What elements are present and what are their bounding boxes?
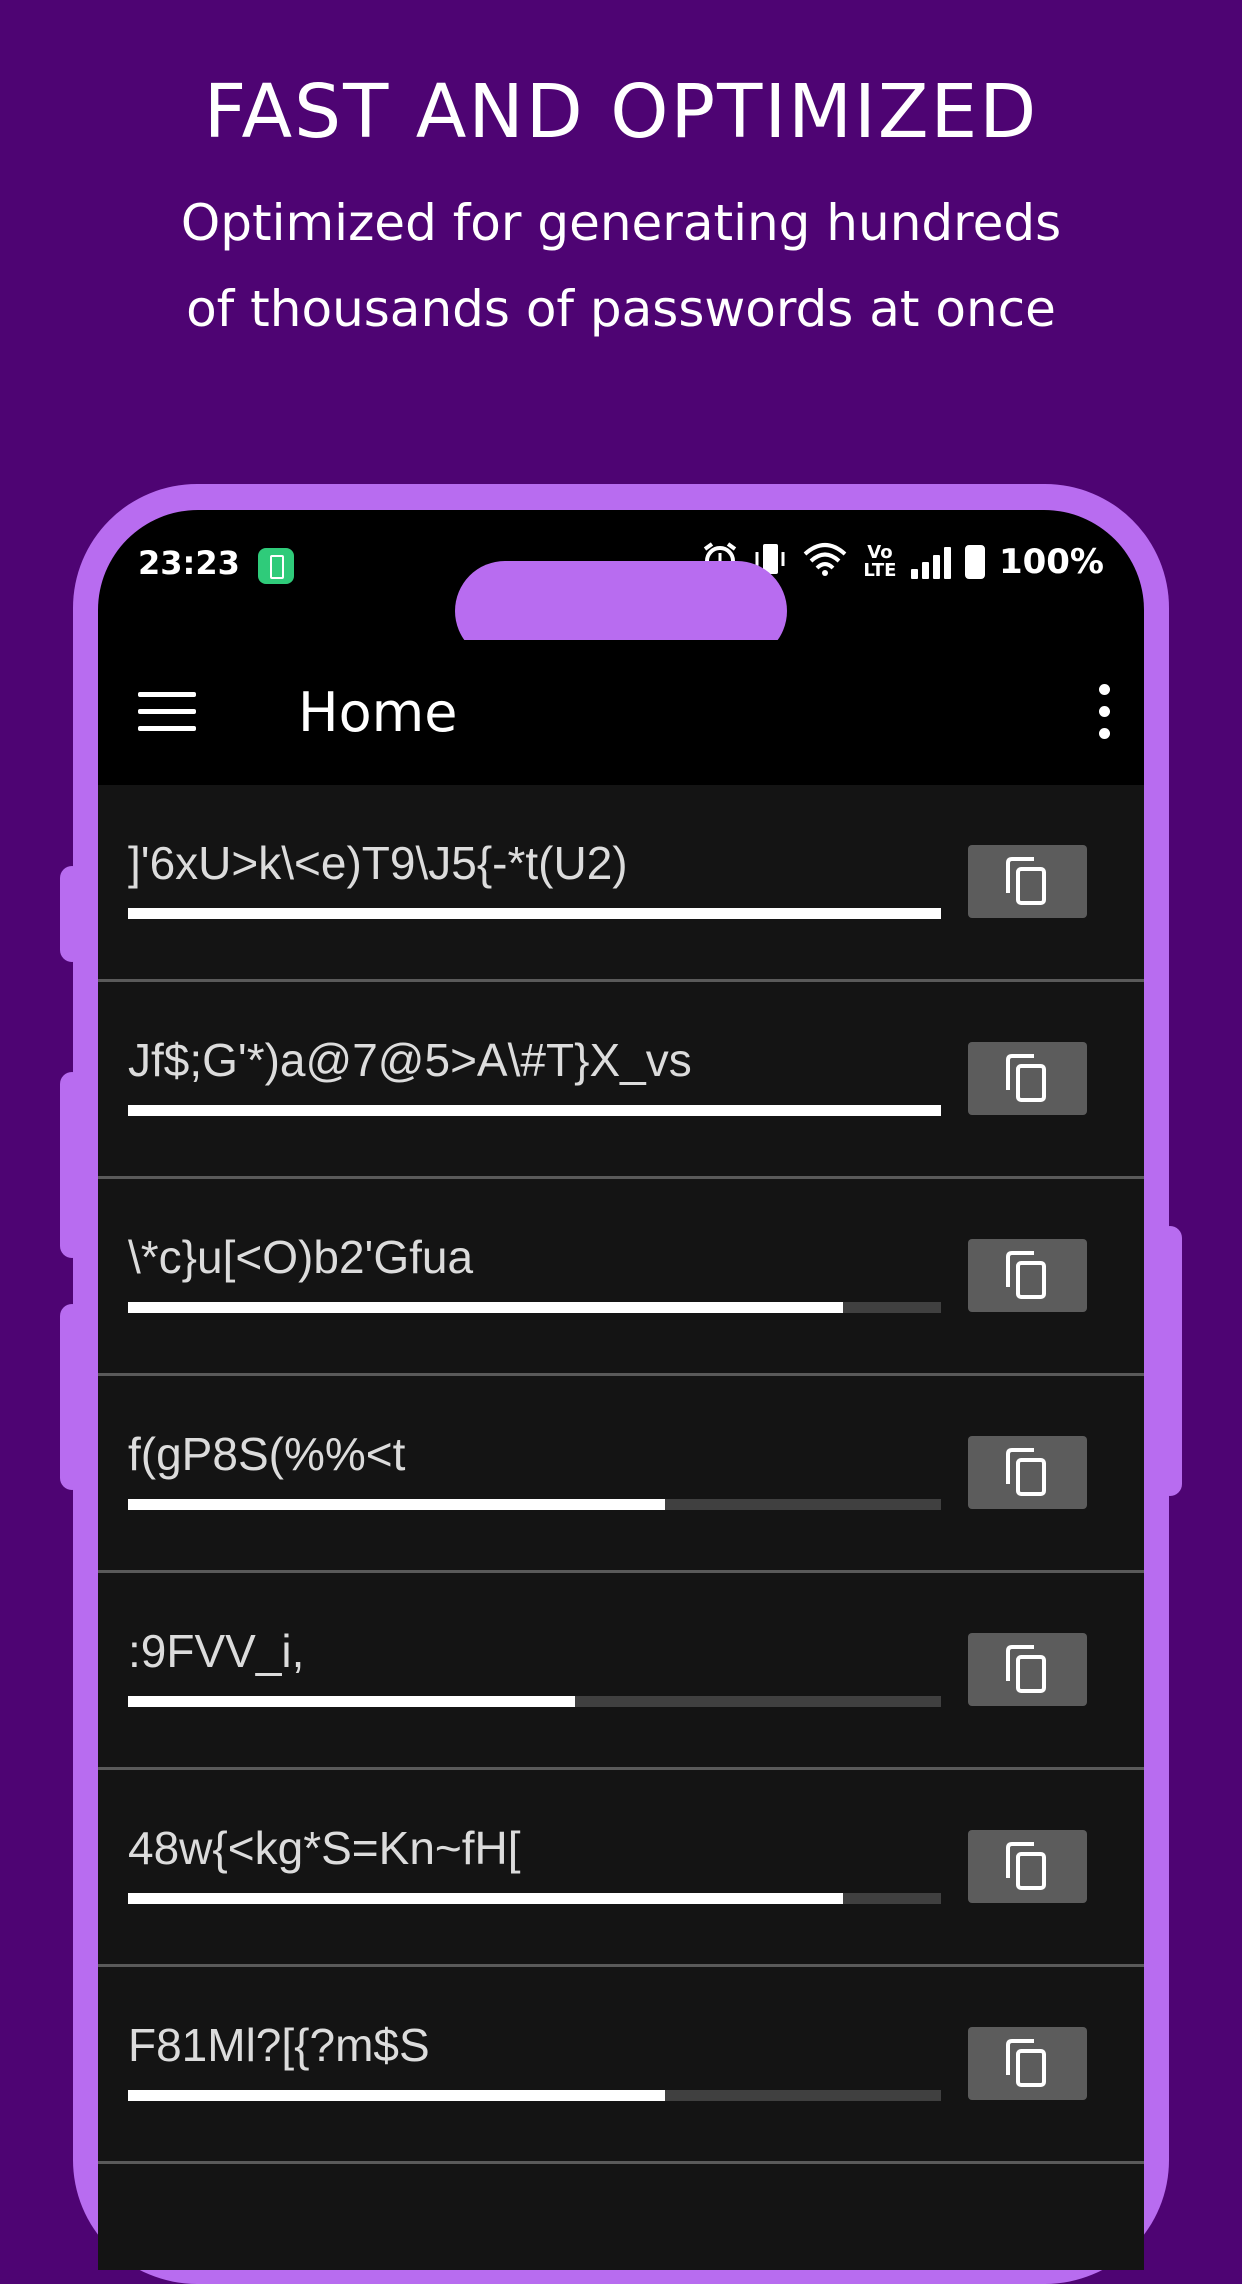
battery-percent: 100% — [998, 542, 1104, 582]
password-strength-fill — [128, 1105, 941, 1116]
promo-subheadline: Optimized for generating hundreds of tho… — [140, 180, 1102, 352]
password-strength-fill — [128, 2090, 665, 2101]
password-strength-bar — [128, 2090, 941, 2101]
password-strength-fill — [128, 1499, 665, 1510]
battery-icon — [964, 545, 985, 579]
battery-saver-icon — [258, 548, 294, 584]
password-strength-bar — [128, 908, 941, 919]
copy-button[interactable] — [968, 1436, 1087, 1509]
password-strength-fill — [128, 908, 941, 919]
password-strength-fill — [128, 1696, 576, 1707]
password-strength-fill — [128, 1893, 844, 1904]
promo-subheadline-line-2: of thousands of passwords at once — [186, 280, 1056, 338]
volte-icon: Vo LTE — [863, 544, 897, 580]
copy-button[interactable] — [968, 1633, 1087, 1706]
password-row: \*c}u[<O)b2'Gfua — [98, 1179, 1144, 1376]
hamburger-menu-icon[interactable] — [138, 692, 196, 732]
password-strength-bar — [128, 1302, 941, 1313]
status-time: 23:23 — [138, 544, 240, 582]
copy-icon — [1006, 1054, 1046, 1102]
copy-icon — [1006, 2039, 1046, 2087]
copy-button[interactable] — [968, 1239, 1087, 1312]
password-row: :9FVV_i, — [98, 1573, 1144, 1770]
password-row: 48w{<kg*S=Kn~fH[ — [98, 1770, 1144, 1967]
promo-background: FAST AND OPTIMIZED Optimized for generat… — [0, 0, 1242, 2284]
signal-icon — [910, 545, 951, 579]
copy-icon — [1006, 1645, 1046, 1693]
copy-button[interactable] — [968, 1830, 1087, 1903]
promo-subheadline-line-1: Optimized for generating hundreds — [180, 194, 1062, 252]
password-text: F81Ml?[{?m$S — [128, 2019, 430, 2071]
wifi-icon — [801, 540, 849, 585]
password-strength-bar — [128, 1893, 941, 1904]
password-text: :9FVV_i, — [128, 1625, 305, 1677]
promo-headline: FAST AND OPTIMIZED — [203, 69, 1039, 155]
password-text: f(gP8S(%%<t — [128, 1428, 406, 1480]
phone-screen: 23:23 Vo LTE 100% Home]'6xU>k\<e)T9\J5{… — [98, 510, 1144, 2270]
password-text: 48w{<kg*S=Kn~fH[ — [128, 1822, 521, 1874]
password-strength-fill — [128, 1302, 844, 1313]
app-bar: Home — [98, 640, 1144, 785]
copy-icon — [1006, 1842, 1046, 1890]
password-strength-bar — [128, 1696, 941, 1707]
app-bar-title: Home — [298, 681, 458, 744]
password-row: f(gP8S(%%<t — [98, 1376, 1144, 1573]
password-row: Jf$;G'*)a@7@5>A\#T}X_vs — [98, 982, 1144, 1179]
password-strength-bar — [128, 1105, 941, 1116]
copy-icon — [1006, 1448, 1046, 1496]
password-row: F81Ml?[{?m$S — [98, 1967, 1144, 2164]
copy-button[interactable] — [968, 1042, 1087, 1115]
copy-icon — [1006, 857, 1046, 905]
password-text: \*c}u[<O)b2'Gfua — [128, 1231, 474, 1283]
password-list: ]'6xU>k\<e)T9\J5{-*t(U2) Jf$;G'*)a@7@5>A\… — [98, 785, 1144, 2270]
status-bar: 23:23 Vo LTE 100% — [98, 510, 1144, 661]
copy-button[interactable] — [968, 2027, 1087, 2100]
more-vert-icon[interactable] — [1094, 684, 1114, 740]
password-strength-bar — [128, 1499, 941, 1510]
volte-bottom-label: LTE — [863, 560, 897, 581]
copy-button[interactable] — [968, 845, 1087, 918]
password-text: Jf$;G'*)a@7@5>A\#T}X_vs — [128, 1034, 692, 1086]
password-row: ]'6xU>k\<e)T9\J5{-*t(U2) — [98, 785, 1144, 982]
copy-icon — [1006, 1251, 1046, 1299]
password-text: ]'6xU>k\<e)T9\J5{-*t(U2) — [128, 837, 628, 889]
